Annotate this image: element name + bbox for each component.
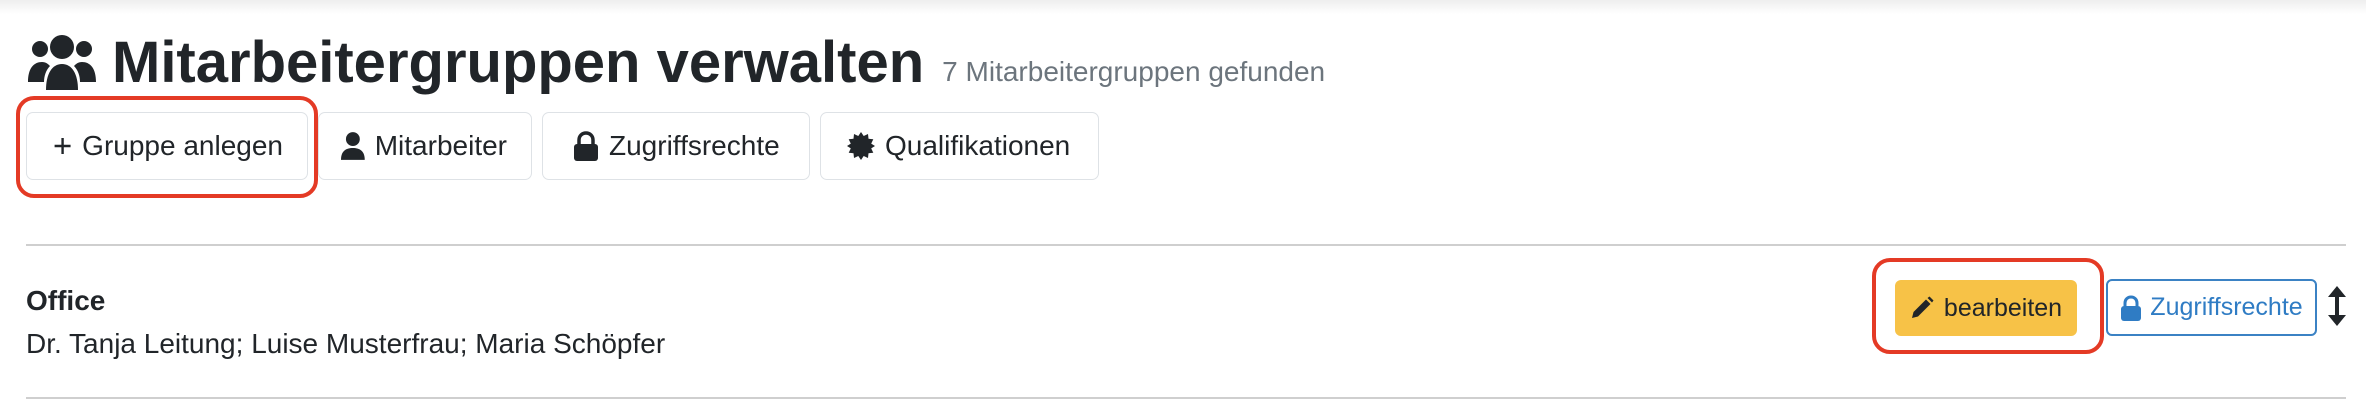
page-title: Mitarbeitergruppen verwalten xyxy=(112,30,925,95)
qualifications-button[interactable]: Qualifikationen xyxy=(820,112,1099,180)
employees-label: Mitarbeiter xyxy=(374,130,507,161)
group-name: Office xyxy=(26,285,106,316)
edit-group-button[interactable]: bearbeiten xyxy=(1895,280,2077,336)
access-rights-label: Zugriffsrechte xyxy=(609,130,780,161)
qualifications-label: Qualifikationen xyxy=(885,130,1071,161)
toolbar: Gruppe anlegen Mitarbeiter Zugriffsrecht… xyxy=(26,112,1099,180)
pencil-icon xyxy=(1911,296,1934,318)
group-members: Dr. Tanja Leitung; Luise Musterfrau; Mar… xyxy=(26,328,666,359)
add-group-label: Gruppe anlegen xyxy=(82,130,283,161)
edit-label: bearbeiten xyxy=(1943,293,2063,322)
add-group-button[interactable]: Gruppe anlegen xyxy=(26,112,308,180)
employees-button[interactable]: Mitarbeiter xyxy=(318,112,532,180)
users-icon xyxy=(28,35,96,90)
result-count: 7 Mitarbeitergruppen gefunden xyxy=(942,56,1326,87)
access-rights-button[interactable]: Zugriffsrechte xyxy=(542,112,810,180)
sort-arrows-icon[interactable] xyxy=(2328,286,2346,326)
lock-icon xyxy=(2121,294,2142,321)
divider-bottom xyxy=(26,397,2346,399)
group-access-rights-button[interactable]: Zugriffsrechte xyxy=(2106,279,2317,336)
top-shadow xyxy=(0,0,2366,14)
lock-icon xyxy=(574,131,598,161)
page-header: Mitarbeitergruppen verwalten 7 Mitarbeit… xyxy=(26,28,1325,98)
user-icon xyxy=(341,132,365,160)
certificate-icon xyxy=(847,132,875,160)
divider-top xyxy=(26,244,2346,246)
plus-icon xyxy=(54,138,71,154)
access-rights-label: Zugriffsrechte xyxy=(2150,293,2303,321)
